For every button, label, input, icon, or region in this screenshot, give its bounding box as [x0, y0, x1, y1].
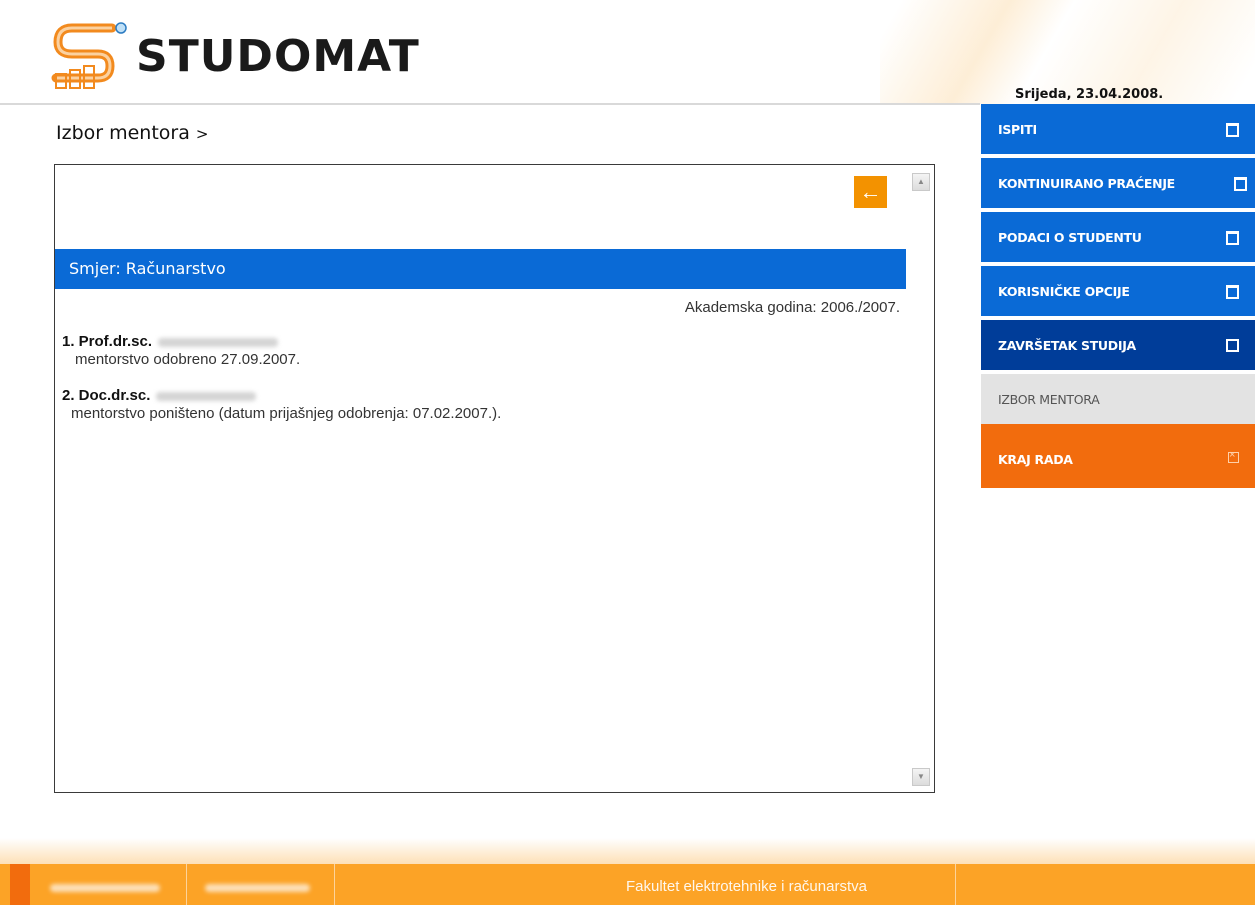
logo-mark-icon — [51, 22, 127, 89]
menu-item-label: PODACI O STUDENTU — [998, 230, 1142, 245]
window-icon — [1226, 123, 1239, 137]
breadcrumb-separator: > — [195, 125, 209, 143]
redacted-user-id — [205, 884, 310, 892]
footer-divider — [186, 864, 187, 905]
breadcrumb: Izbor mentora > — [56, 122, 208, 144]
menu-item-label: KRAJ RADA — [998, 452, 1073, 467]
studomat-logo[interactable]: STUDOMAT — [50, 22, 419, 92]
current-date: Srijeda, 23.04.2008. — [1015, 87, 1164, 102]
window-icon — [1226, 231, 1239, 245]
mentor-title: 1. Prof.dr.sc. — [62, 333, 153, 350]
smjer-label: Smjer: Računarstvo — [69, 259, 226, 278]
menu-item-kontinuirano-pracenje[interactable]: KONTINUIRANO PRAĆENJE — [981, 158, 1255, 208]
scroll-up-arrow-icon[interactable]: ▲ — [912, 173, 930, 191]
page-title: Izbor mentora — [56, 122, 190, 144]
side-menu: ISPITI KONTINUIRANO PRAĆENJE PODACI O ST… — [981, 104, 1255, 492]
section-header: Smjer: Računarstvo — [55, 249, 906, 289]
redacted-user-name — [50, 884, 160, 892]
footer-divider — [334, 864, 335, 905]
menu-item-podaci-o-studentu[interactable]: PODACI O STUDENTU — [981, 212, 1255, 262]
scroll-down-arrow-icon[interactable]: ▼ — [912, 768, 930, 786]
window-icon — [1234, 177, 1247, 191]
mentor-status: mentorstvo poništeno (datum prijašnjeg o… — [71, 405, 502, 422]
faculty-name: Fakultet elektrotehnike i računarstva — [626, 878, 867, 895]
menu-item-label: KORISNIČKE OPCIJE — [998, 284, 1130, 299]
mentor-status: mentorstvo odobreno 27.09.2007. — [75, 351, 301, 368]
mentor-entry: 1. Prof.dr.sc. mentorstvo odobreno 27.09… — [62, 333, 300, 368]
header: STUDOMAT Srijeda, 23.04.2008. — [0, 0, 1255, 105]
header-divider — [0, 103, 980, 105]
scrollbar[interactable]: ▲ ▼ — [906, 165, 933, 792]
logo-text: STUDOMAT — [136, 31, 420, 82]
submenu-item-izbor-mentora[interactable]: IZBOR MENTORA — [981, 374, 1255, 424]
menu-item-label: KONTINUIRANO PRAĆENJE — [998, 176, 1175, 191]
content-frame: ← Smjer: Računarstvo Akademska godina: 2… — [54, 164, 935, 793]
menu-item-label: ISPITI — [998, 122, 1037, 137]
mentor-title: 2. Doc.dr.sc. — [62, 387, 151, 404]
arrow-left-icon: ← — [859, 179, 882, 204]
footer: Fakultet elektrotehnike i računarstva — [0, 838, 1255, 905]
window-icon — [1226, 285, 1239, 299]
footer-divider — [955, 864, 956, 905]
menu-item-label: IZBOR MENTORA — [998, 392, 1100, 407]
mentor-entry: 2. Doc.dr.sc. mentorstvo poništeno (datu… — [62, 387, 501, 422]
redacted-name — [158, 337, 279, 347]
menu-item-ispiti[interactable]: ISPITI — [981, 104, 1255, 154]
close-icon — [1228, 449, 1239, 463]
footer-gradient — [0, 838, 1255, 864]
academic-year: Akademska godina: 2006./2007. — [684, 299, 900, 316]
menu-item-zavrsetak-studija[interactable]: ZAVRŠETAK STUDIJA — [981, 320, 1255, 370]
footer-accent — [10, 864, 30, 905]
back-button[interactable]: ← — [854, 176, 887, 208]
redacted-name — [156, 391, 257, 401]
window-open-icon — [1226, 339, 1239, 352]
menu-item-label: ZAVRŠETAK STUDIJA — [998, 338, 1136, 353]
menu-item-korisnicke-opcije[interactable]: KORISNIČKE OPCIJE — [981, 266, 1255, 316]
menu-item-kraj-rada[interactable]: KRAJ RADA — [981, 424, 1255, 488]
